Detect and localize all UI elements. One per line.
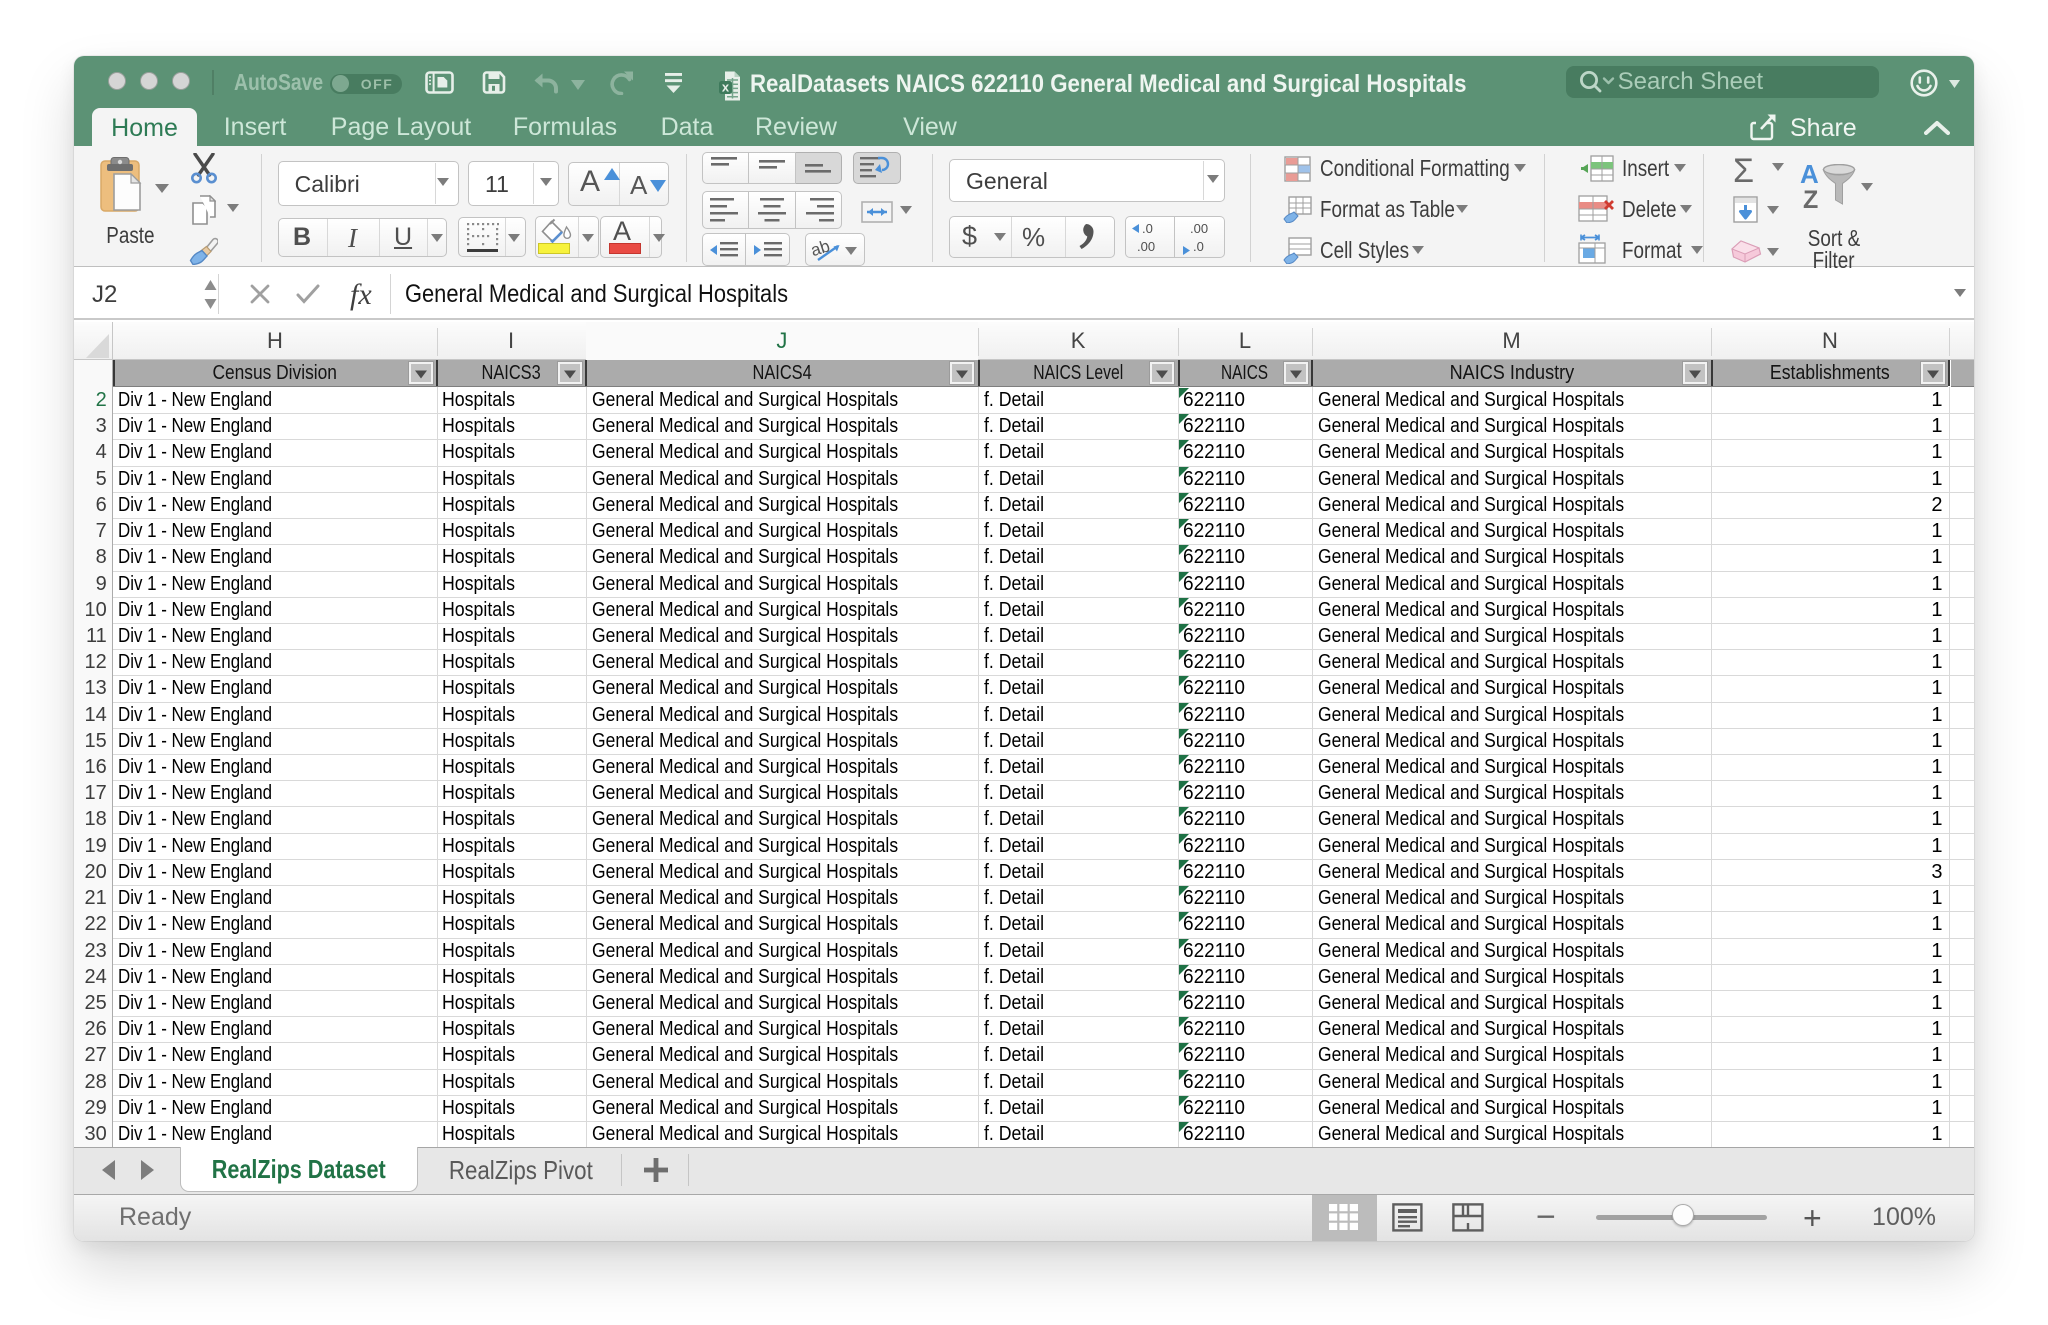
svg-text:.0: .0 xyxy=(1142,221,1153,236)
svg-text:x: x xyxy=(722,80,730,95)
svg-text:.00: .00 xyxy=(1137,239,1155,254)
svg-text:.0: .0 xyxy=(1193,239,1204,254)
svg-text:.00: .00 xyxy=(1190,221,1208,236)
